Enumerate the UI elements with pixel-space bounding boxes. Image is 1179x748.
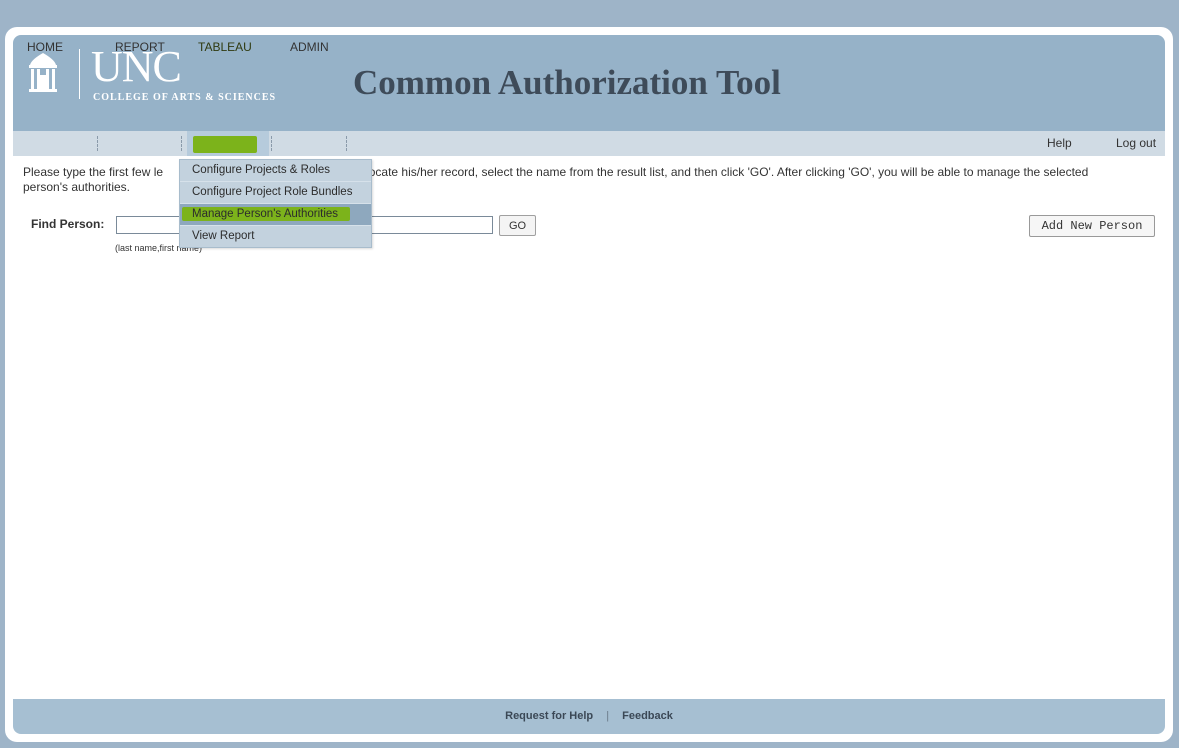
instructions-text-start: Please type the first few le [23,165,164,179]
menu-item-view-report[interactable]: View Report [180,226,371,247]
tableau-dropdown-menu: Configure Projects & Roles Configure Pro… [179,159,372,248]
find-person-label: Find Person: [31,217,105,231]
menu-item-label: Configure Projects & Roles [192,164,331,176]
logo-divider [79,49,80,99]
menu-item-label: View Report [192,230,255,242]
menu-item-configure-projects-roles[interactable]: Configure Projects & Roles [180,160,371,182]
footer-links: Request for Help | Feedback [13,699,1165,734]
nav-separator [181,136,182,151]
menu-item-configure-project-role-bundles[interactable]: Configure Project Role Bundles [180,182,371,204]
tableau-tab-highlight [193,136,257,153]
nav-admin[interactable]: ADMIN [290,35,329,60]
menu-item-label: Manage Person's Authorities [192,208,339,220]
footer: Request for Help | Feedback [13,699,1165,734]
nav-help[interactable]: Help [1047,131,1072,156]
app-window: UNC COLLEGE OF ARTS & SCIENCES Common Au… [13,35,1165,734]
feedback-link[interactable]: Feedback [622,710,673,722]
go-button[interactable]: GO [499,215,536,236]
nav-separator [271,136,272,151]
logo-subtitle: COLLEGE OF ARTS & SCIENCES [93,92,277,103]
nav-separator [97,136,98,151]
request-for-help-link[interactable]: Request for Help [505,710,593,722]
nav-home[interactable]: HOME [27,35,63,60]
menu-item-manage-persons-authorities[interactable]: Manage Person's Authorities [180,204,371,226]
nav-report[interactable]: REPORT [115,35,165,60]
instructions-text-end: locate his/her record, select the name f… [366,165,1089,179]
nav-separator [346,136,347,151]
page-title: Common Authorization Tool [353,63,781,102]
add-new-person-button[interactable]: Add New Person [1029,215,1155,237]
nav-logout[interactable]: Log out [1116,131,1156,156]
main-nav [13,131,1165,156]
app-frame: UNC COLLEGE OF ARTS & SCIENCES Common Au… [5,27,1173,742]
menu-item-label: Configure Project Role Bundles [192,186,353,198]
footer-separator: | [606,710,610,722]
header: UNC COLLEGE OF ARTS & SCIENCES Common Au… [13,35,1165,131]
nav-tableau[interactable]: TABLEAU [198,35,252,60]
instructions-text-line2: person's authorities. [23,180,131,194]
